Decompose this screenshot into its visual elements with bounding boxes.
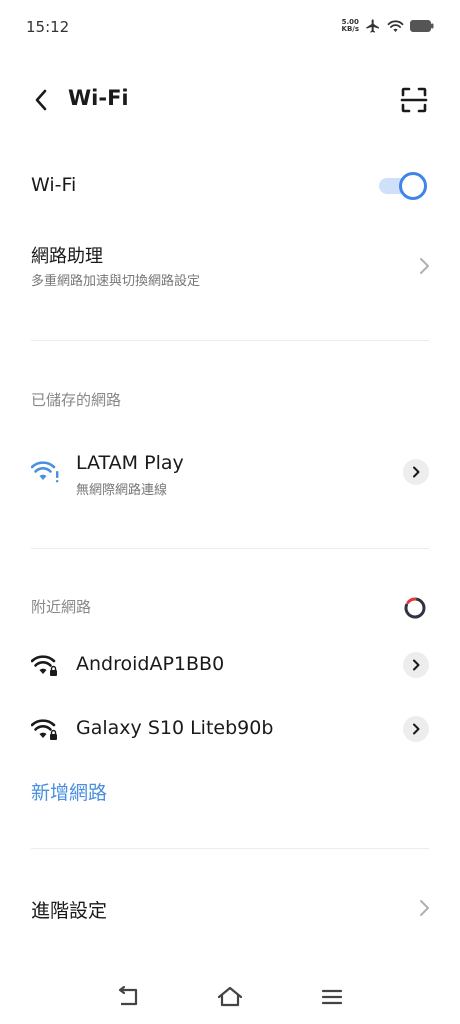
- nearby-network-row[interactable]: AndroidAP1BB0: [0, 640, 460, 690]
- chevron-left-icon: [35, 89, 47, 111]
- toggle-knob: [399, 172, 427, 200]
- wifi-secured-icon: [31, 655, 57, 676]
- divider: [31, 548, 429, 549]
- advanced-settings-row[interactable]: 進階設定: [0, 880, 460, 936]
- nearby-network-row[interactable]: Galaxy S10 Liteb90b: [0, 704, 460, 754]
- network-details-button[interactable]: [403, 652, 429, 678]
- wifi-no-internet-icon: [31, 461, 59, 483]
- nearby-network-name: AndroidAP1BB0: [76, 653, 225, 675]
- chevron-right-icon: [413, 466, 420, 478]
- scan-button[interactable]: [398, 84, 430, 116]
- add-network-link[interactable]: 新增網路: [31, 778, 107, 805]
- network-assistant-title: 網路助理: [31, 246, 103, 267]
- nearby-network-name: Galaxy S10 Liteb90b: [76, 717, 274, 739]
- saved-network-status: 無網際網路連線: [76, 483, 168, 498]
- saved-network-name: LATAM Play: [76, 452, 184, 474]
- home-icon: [217, 986, 243, 1007]
- menu-icon: [321, 989, 343, 1005]
- wifi-toggle-switch[interactable]: [377, 172, 429, 200]
- nav-menu-button[interactable]: [318, 984, 346, 1010]
- saved-networks-label: 已儲存的網路: [31, 391, 122, 409]
- back-button[interactable]: [28, 86, 54, 114]
- status-icons: 5.00 KB/s: [342, 18, 434, 34]
- status-time: 15:12: [26, 18, 70, 36]
- battery-icon: [410, 20, 434, 32]
- chevron-right-icon: [420, 900, 429, 916]
- nav-back-button[interactable]: [114, 984, 142, 1010]
- wifi-icon: [387, 20, 404, 32]
- chevron-right-icon: [420, 258, 429, 274]
- network-assistant-subtitle: 多重網路加速與切換網路設定: [31, 274, 201, 289]
- divider: [31, 848, 429, 849]
- network-assistant-row[interactable]: 網路助理 多重網路加速與切換網路設定: [0, 230, 460, 300]
- airplane-icon: [366, 19, 379, 33]
- navigation-bar: [0, 980, 460, 1016]
- chevron-right-icon: [413, 723, 420, 735]
- saved-network-row[interactable]: LATAM Play 無網際網路連線: [0, 446, 460, 506]
- network-speed: 5.00 KB/s: [342, 19, 359, 33]
- speed-unit: KB/s: [341, 25, 359, 33]
- wifi-toggle-label: Wi-Fi: [31, 174, 77, 196]
- advanced-settings-label: 進階設定: [31, 900, 108, 922]
- nav-home-button[interactable]: [216, 984, 244, 1010]
- scan-icon: [400, 87, 428, 113]
- return-icon: [118, 985, 138, 1006]
- page-title: Wi-Fi: [68, 86, 129, 110]
- network-details-button[interactable]: [403, 716, 429, 742]
- nearby-networks-label: 附近網路: [31, 598, 92, 616]
- loading-spinner-icon: [404, 597, 426, 619]
- wifi-secured-icon: [31, 719, 57, 740]
- divider: [31, 340, 429, 341]
- network-details-button[interactable]: [403, 459, 429, 485]
- chevron-right-icon: [413, 659, 420, 671]
